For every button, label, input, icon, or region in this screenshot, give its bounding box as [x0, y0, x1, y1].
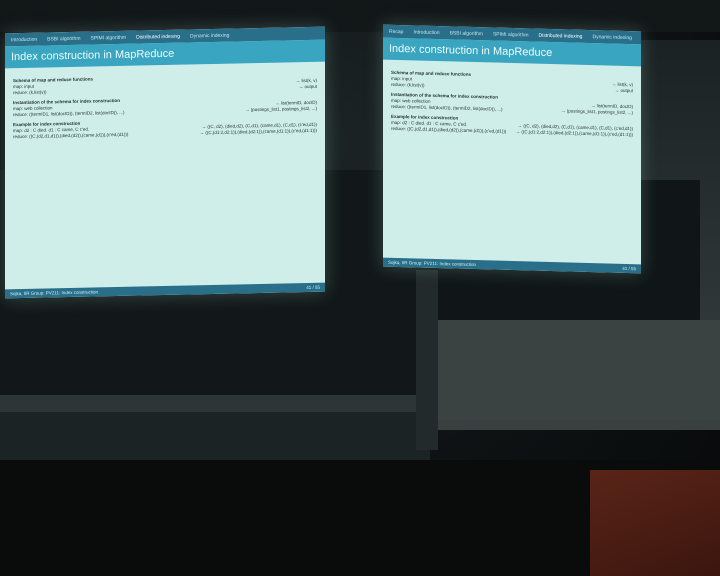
slide-nav-item: BSBI algorithm: [449, 29, 483, 37]
slide-nav-item: Distributed indexing: [136, 33, 180, 41]
formula-left: reduce: (k,list(v)): [13, 89, 47, 96]
board-support-pillar: [416, 270, 438, 450]
lower-board-panel: [0, 412, 430, 462]
formula-left: reduce: ((termID1, list(docID)), (termID…: [13, 109, 125, 118]
slide-nav-item: SPIMI algorithm: [492, 31, 529, 38]
formula-left: reduce: (k,list(v)): [391, 81, 425, 88]
slide-nav-item: Recap: [389, 28, 404, 35]
ceiling: [0, 0, 720, 32]
formula-right: → ((C,(d1:2,d2:1)),(died,(d2:1)),(came,(…: [199, 127, 317, 136]
slide-nav-item: Dynamic indexing: [190, 32, 230, 39]
slide-body: Schema of map and reduce functions map: i…: [5, 62, 325, 147]
footer-author: Sojka, IIR Group: PV211: Index construct…: [10, 289, 98, 297]
left-projection-screen: Introduction BSBI algorithm SPIMI algorith…: [5, 26, 325, 299]
slide-body: Schema of map and reduce functions map: i…: [383, 60, 641, 145]
chalk-ledge: [0, 395, 430, 413]
formula-right: → output: [614, 87, 633, 94]
footer-page-number: 41 / 55: [306, 284, 320, 291]
right-projection-screen: Recap Introduction BSBI algorithm SPIMI alg…: [383, 24, 641, 274]
slide-nav-item: BSBI algorithm: [47, 35, 81, 42]
slide-nav-item: SPIMI algorithm: [90, 34, 127, 42]
formula-right: → (postings_list1, postings_list2, ...): [560, 108, 633, 116]
slide-nav-item: Introduction: [413, 28, 440, 36]
slide-nav-item: Introduction: [11, 36, 38, 43]
desk-corner: [590, 470, 720, 576]
slide-nav-item: Dynamic indexing: [592, 33, 632, 41]
formula-left: reduce: ((C,(d2,d1,d1)),(died,(d2)),(cam…: [13, 131, 129, 140]
footer-author: Sojka, IIR Group: PV211: Index construct…: [388, 259, 476, 268]
footer-page-number: 41 / 55: [622, 265, 636, 272]
formula-right: → output: [298, 83, 317, 90]
slide-nav-item: Distributed indexing: [538, 32, 583, 40]
lower-wall-panel: [438, 320, 720, 420]
formula-right: → (postings_list1, postings_list2, ...): [244, 105, 317, 113]
